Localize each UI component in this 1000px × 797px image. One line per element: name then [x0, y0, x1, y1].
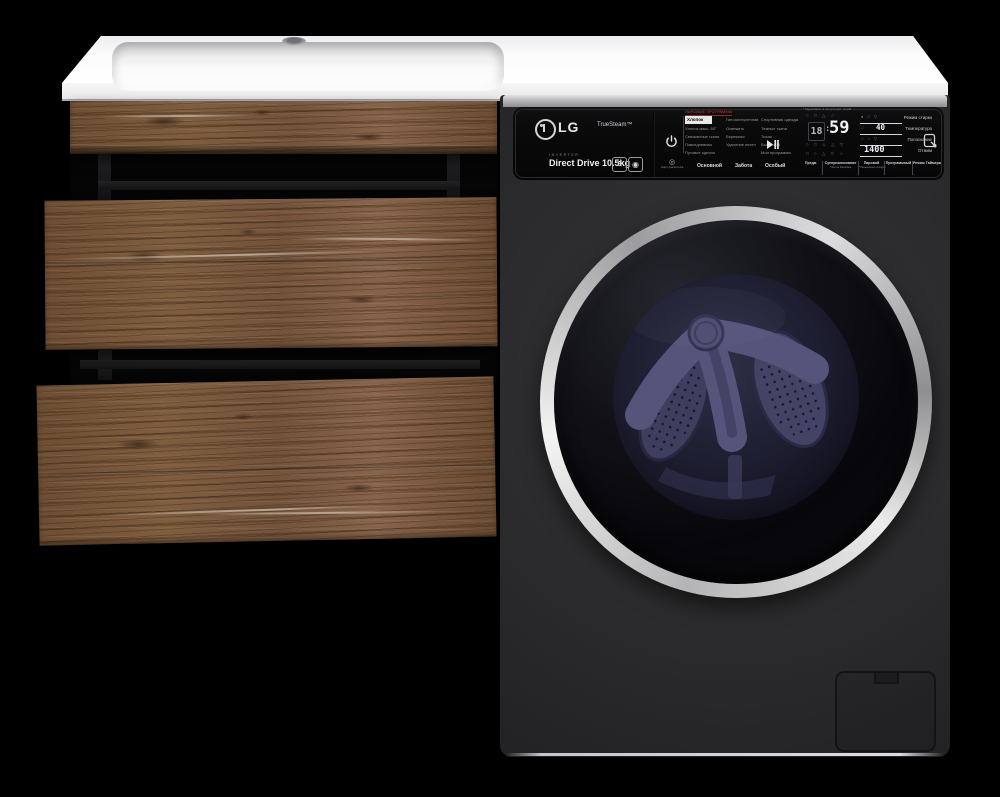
drawer-middle: [44, 197, 497, 350]
option-program: Программный: [884, 161, 912, 175]
lg-logo-text: LG: [558, 120, 579, 134]
door-open-icon: [923, 133, 938, 154]
mode-row-spin: 1400 Отжим: [860, 146, 932, 157]
mode-label: Температура: [905, 127, 932, 131]
smart-diagnosis-icon: ◎: [669, 159, 675, 166]
mode-row-wash: ● □ ▽ Режим стирки: [860, 113, 932, 124]
power-button: [665, 135, 678, 152]
program-item: Смешанные ткани: [685, 135, 719, 139]
program-item: Спортивная одежда: [761, 118, 798, 122]
program-item: Пуховое одеяло: [685, 151, 715, 155]
service-hatch-handle: [874, 671, 899, 684]
spin-value: 1400: [864, 146, 884, 155]
mode-icons: ● □ ▽: [861, 115, 879, 119]
cabinet-apron-panel: [70, 101, 497, 154]
product-photo-scene: LG TrueSteam™ INVERTER Direct Drive 10.5…: [0, 0, 1000, 797]
option-super-rinse: Суперполоскание *Чистка барабана: [822, 161, 858, 175]
smart-diagnosis-badge-icon: ◉: [628, 157, 643, 172]
cabinet-frame-rail: [80, 360, 480, 369]
options-row: Предв. Суперполоскание *Чистка барабана …: [800, 161, 940, 175]
program-item: Гипоаллергенная: [726, 118, 758, 122]
display-hour-digits: 18: [808, 122, 825, 141]
program-item: Повседневная: [685, 143, 712, 147]
truesteam-label: TrueSteam™: [597, 122, 632, 128]
display-minute-digits: 59: [829, 120, 849, 137]
smart-diagnosis-label: смарт диагностика: [660, 167, 684, 170]
cabinet-cavity-upper: [70, 152, 497, 202]
faucet-hole: [282, 37, 306, 45]
mode-icons: □ ○ ▽: [861, 137, 879, 141]
display-option-icons-row2: □ ○ △ ▽ ☆: [806, 152, 845, 157]
program-selected: Хлопок: [685, 116, 712, 124]
mode-row-temperature: □ 40 Температура: [860, 124, 932, 135]
mode-underline: [860, 156, 902, 157]
cabinet-frame-post: [447, 153, 460, 201]
lg-logo-icon: [535, 119, 556, 140]
program-category: Забота: [735, 164, 752, 169]
washer-control-panel: LG TrueSteam™ INVERTER Direct Drive 10.5…: [513, 107, 944, 180]
smart-diagnosis-button: ◎ смарт диагностика: [660, 159, 684, 170]
program-item: Темные ткани: [761, 127, 787, 131]
mode-icons: □: [861, 126, 865, 130]
washer-drum-window: [613, 274, 859, 520]
option-timer-mode: Режим Таймера: [912, 161, 940, 175]
play-pause-button: [766, 138, 779, 155]
option-prewash: Предв.: [800, 161, 822, 175]
inverter-label: INVERTER: [549, 154, 579, 158]
drawer-bottom: [36, 376, 496, 545]
floor-highlight: [506, 753, 944, 756]
cabinet-frame-rail: [98, 181, 460, 190]
program-category: Основной: [697, 164, 722, 169]
option-steam: Паровой *Уменьшение складок: [858, 161, 884, 175]
program-item: Освежить: [726, 127, 744, 131]
panel-divider: [653, 110, 655, 177]
program-item: Бережная: [726, 135, 745, 139]
six-motion-badge-icon: 6: [612, 157, 627, 172]
sink-basin: [112, 42, 504, 91]
program-item: Удаление пятен: [726, 143, 756, 147]
temperature-value: 40: [876, 124, 885, 132]
mode-label: Режим стирки: [904, 116, 932, 120]
cabinet-frame-post: [98, 153, 111, 201]
washer-top-trim: [503, 95, 947, 107]
steam-programs-marker: [683, 116, 684, 153]
display-option-icons-row1: ○ □ ♨ △ ▽: [806, 143, 845, 148]
program-category: Особый: [765, 164, 785, 169]
options-footnote: * Удерживать 3 сек для доп. опций: [803, 108, 851, 111]
program-item: Хлопок макс. 60°: [685, 127, 717, 131]
